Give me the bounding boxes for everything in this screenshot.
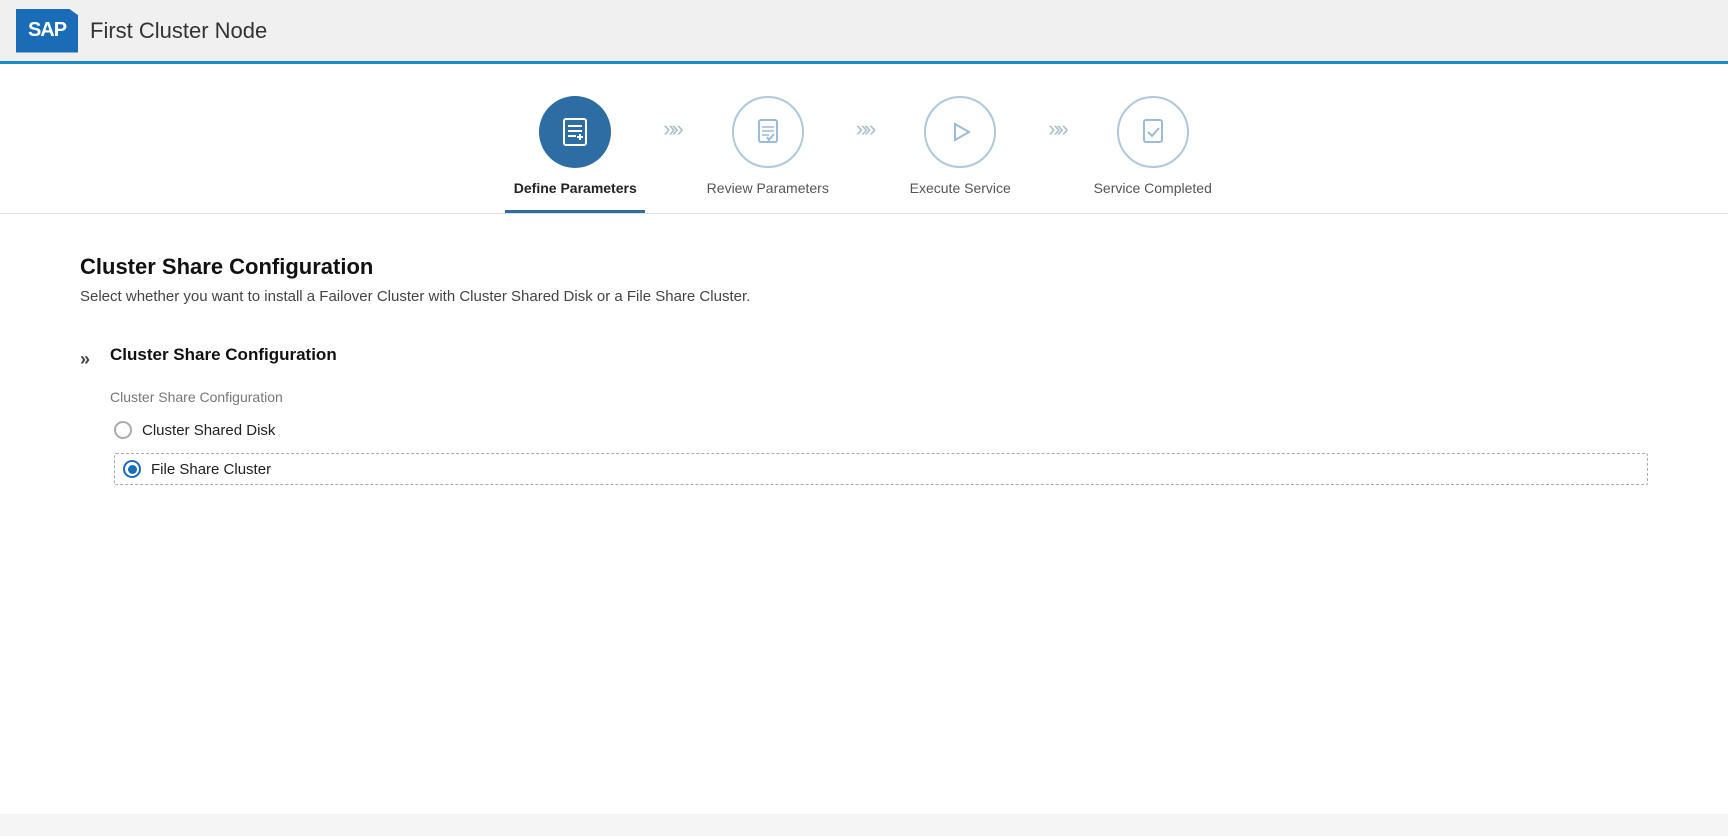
radio-label-cluster-shared-disk: Cluster Shared Disk [142, 422, 275, 439]
step-circle-complete [1117, 96, 1189, 168]
step-label-execute: Execute Service [890, 180, 1030, 213]
arrow-3: »» [1048, 96, 1064, 142]
radio-btn-cluster-shared-disk[interactable] [114, 421, 132, 439]
check-document-icon [1137, 116, 1169, 148]
radio-file-share-cluster[interactable]: File Share Cluster [114, 453, 1648, 485]
sub-content: Cluster Share Configuration Cluster Shar… [110, 345, 1648, 485]
sap-logo-text: SAP [28, 19, 66, 42]
step-review-parameters[interactable]: Review Parameters [688, 96, 848, 213]
header: SAP First Cluster Node [0, 0, 1728, 64]
list-add-icon [557, 114, 593, 150]
step-label-complete: Service Completed [1083, 180, 1223, 213]
radio-btn-file-share-cluster[interactable] [123, 460, 141, 478]
play-icon [944, 116, 976, 148]
radio-cluster-shared-disk[interactable]: Cluster Shared Disk [114, 421, 1648, 439]
step-define-parameters[interactable]: Define Parameters [495, 96, 655, 213]
section-title: Cluster Share Configuration [80, 254, 1648, 280]
step-service-completed[interactable]: Service Completed [1073, 96, 1233, 213]
section-desc: Select whether you want to install a Fai… [80, 288, 1648, 305]
page-title: First Cluster Node [90, 18, 267, 44]
arrow-1: »» [663, 96, 679, 142]
radio-label-file-share-cluster: File Share Cluster [151, 461, 271, 478]
review-icon [752, 116, 784, 148]
step-circle-define [539, 96, 611, 168]
main-content: Cluster Share Configuration Select wheth… [0, 214, 1728, 814]
step-label-define: Define Parameters [505, 180, 645, 213]
arrow-2: »» [856, 96, 872, 142]
field-label: Cluster Share Configuration [110, 389, 1648, 405]
chevron-icon: » [80, 349, 90, 370]
sub-section: » Cluster Share Configuration Cluster Sh… [80, 345, 1648, 485]
step-circle-review [732, 96, 804, 168]
sub-section-title: Cluster Share Configuration [110, 345, 1648, 365]
wizard-steps: Define Parameters »» Review Parameters »… [0, 64, 1728, 214]
step-execute-service[interactable]: Execute Service [880, 96, 1040, 213]
radio-group: Cluster Shared Disk File Share Cluster [114, 421, 1648, 485]
step-circle-execute [924, 96, 996, 168]
step-label-review: Review Parameters [698, 180, 838, 213]
sap-logo: SAP [16, 9, 78, 53]
